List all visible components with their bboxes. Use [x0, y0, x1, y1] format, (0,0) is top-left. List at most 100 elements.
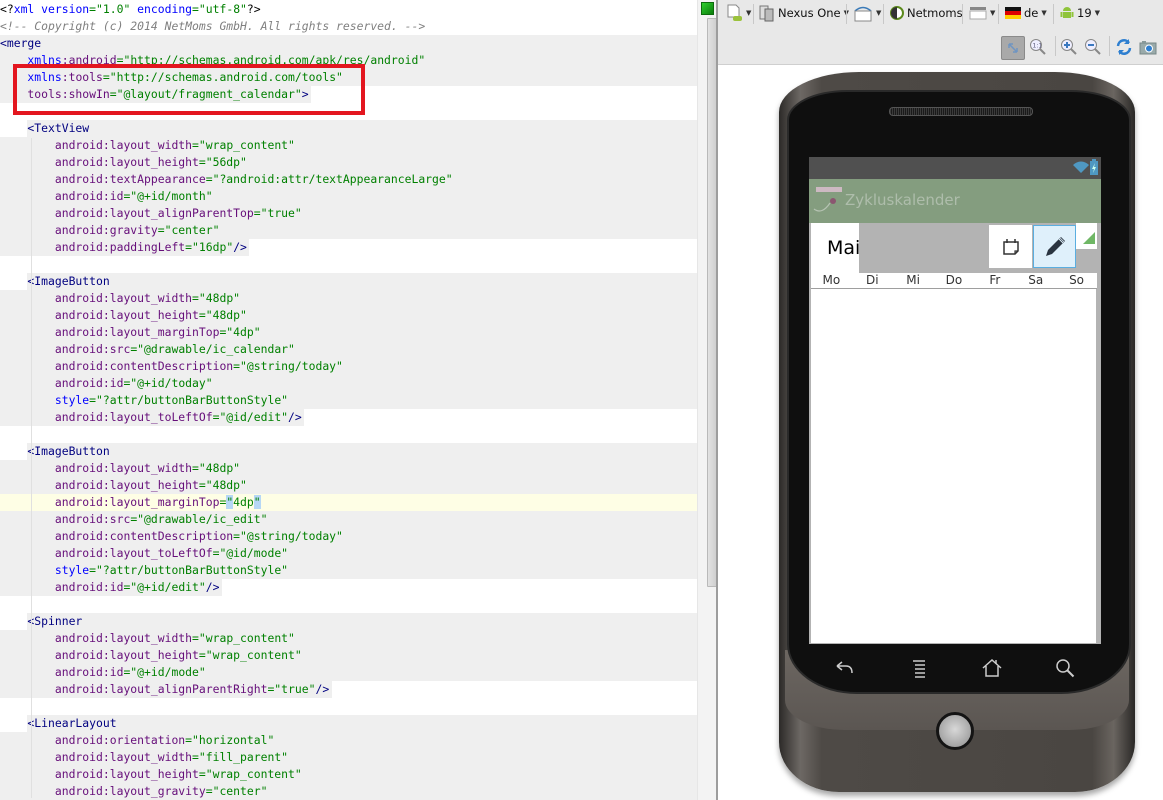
code-line[interactable]: android:layout_height="wrap_content": [0, 647, 697, 664]
code-line[interactable]: <?xml version="1.0" encoding="utf-8"?>: [0, 1, 697, 18]
code-token: android:layout_width: [0, 461, 193, 475]
file-status-indicator: [701, 2, 714, 15]
back-icon[interactable]: [833, 656, 857, 680]
code-line[interactable]: [0, 256, 697, 273]
code-text: android:layout_width="fill_parent": [0, 750, 288, 764]
code-line[interactable]: android:id="@+id/today": [0, 375, 697, 392]
code-line[interactable]: android:layout_toLeftOf="@id/mode": [0, 545, 697, 562]
api-level-dropdown[interactable]: 19 ▼: [1060, 3, 1100, 23]
screenshot-icon: [1139, 41, 1157, 55]
code-line[interactable]: android:src="@drawable/ic_edit": [0, 511, 697, 528]
locale-dropdown[interactable]: de ▼: [1005, 3, 1047, 23]
code-line[interactable]: android:layout_width="wrap_content": [0, 630, 697, 647]
code-line[interactable]: android:layout_height="48dp": [0, 477, 697, 494]
action-bar: Zykluskalender: [809, 179, 1101, 223]
code-line[interactable]: android:id="@+id/mode": [0, 664, 697, 681]
trackball-button[interactable]: [936, 712, 974, 750]
theme-dropdown[interactable]: Netmoms: [890, 3, 963, 23]
code-line[interactable]: android:orientation="horizontal": [0, 732, 697, 749]
code-line[interactable]: android:layout_alignParentTop="true": [0, 205, 697, 222]
code-line[interactable]: <Spinner: [0, 613, 697, 630]
code-token: ="true": [253, 206, 302, 220]
toolbar-divider: [883, 4, 884, 24]
device-label: Nexus One: [778, 6, 841, 20]
home-icon[interactable]: [980, 656, 1004, 680]
code-token: ="1.0": [89, 2, 131, 16]
code-line[interactable]: android:layout_width="wrap_content": [0, 137, 697, 154]
german-flag-icon: [1005, 7, 1021, 19]
weekday-label: Di: [865, 273, 879, 287]
code-line[interactable]: [0, 596, 697, 613]
code-line[interactable]: android:gravity="center": [0, 222, 697, 239]
today-button[interactable]: [989, 225, 1032, 268]
code-line[interactable]: style="?attr/buttonBarButtonStyle": [0, 562, 697, 579]
code-line[interactable]: android:layout_gravity="center": [0, 783, 697, 800]
code-token: ="48dp": [192, 291, 241, 305]
search-icon[interactable]: [1053, 656, 1077, 680]
code-text: <LinearLayout: [0, 716, 116, 730]
chevron-down-icon: ▼: [1041, 9, 1047, 17]
code-line[interactable]: android:layout_marginTop="4dp": [0, 324, 697, 341]
zoom-fit-button[interactable]: [1001, 36, 1025, 60]
code-token: ="4dp": [219, 325, 261, 339]
code-line[interactable]: android:contentDescription="@string/toda…: [0, 528, 697, 545]
code-line[interactable]: <ImageButton: [0, 443, 697, 460]
code-line[interactable]: android:layout_height="48dp": [0, 307, 697, 324]
code-line[interactable]: android:textAppearance="?android:attr/te…: [0, 171, 697, 188]
code-text: android:src="@drawable/ic_calendar": [0, 342, 295, 356]
code-text: android:contentDescription="@string/toda…: [0, 529, 343, 543]
code-line[interactable]: [0, 426, 697, 443]
code-line[interactable]: android:layout_width="48dp": [0, 290, 697, 307]
code-line[interactable]: <merge: [0, 35, 697, 52]
config-dropdown[interactable]: ▼: [725, 3, 751, 23]
code-line[interactable]: <ImageButton: [0, 273, 697, 290]
month-label: Mai: [827, 237, 861, 259]
code-line[interactable]: <!-- Copyright (c) 2014 NetMoms GmbH. Al…: [0, 18, 697, 35]
code-line[interactable]: android:paddingLeft="16dp"/>: [0, 239, 697, 256]
zoom-out-icon: [1085, 39, 1101, 55]
menu-icon[interactable]: [907, 656, 931, 680]
code-line[interactable]: android:contentDescription="@string/toda…: [0, 358, 697, 375]
code-token: ="horizontal": [185, 733, 275, 747]
code-token: 4dp: [233, 495, 254, 509]
code-line[interactable]: android:id="@+id/month": [0, 188, 697, 205]
zoom-out-button[interactable]: [1082, 36, 1104, 58]
code-line[interactable]: [0, 698, 697, 715]
code-line[interactable]: android:layout_width="48dp": [0, 460, 697, 477]
code-token: ="48dp": [198, 308, 247, 322]
orientation-dropdown[interactable]: ▼: [853, 3, 881, 23]
zoom-in-button[interactable]: [1058, 36, 1080, 58]
wifi-icon: [1073, 161, 1089, 173]
code-line[interactable]: android:layout_height="56dp": [0, 154, 697, 171]
screenshot-button[interactable]: [1137, 36, 1159, 58]
code-line[interactable]: android:id="@+id/edit"/>: [0, 579, 697, 596]
code-token: android:layout_alignParentTop: [0, 206, 254, 220]
code-text: android:layout_toLeftOf="@id/mode": [0, 546, 288, 560]
code-token: ="utf-8": [192, 2, 247, 16]
toolbar-divider: [753, 4, 754, 24]
code-line[interactable]: <TextView: [0, 120, 697, 137]
code-line[interactable]: android:layout_height="wrap_content": [0, 766, 697, 783]
code-token: ="@+id/mode": [123, 665, 206, 679]
zoom-actual-button[interactable]: 1:1: [1027, 36, 1049, 58]
mode-spinner[interactable]: [1076, 223, 1097, 249]
code-line[interactable]: style="?attr/buttonBarButtonStyle": [0, 392, 697, 409]
code-line[interactable]: android:layout_width="fill_parent": [0, 749, 697, 766]
device-dropdown[interactable]: Nexus One ▼: [759, 3, 849, 23]
edit-button[interactable]: [1033, 225, 1076, 268]
chevron-down-icon: ▼: [746, 9, 752, 17]
code-text: android:layout_height="56dp": [0, 155, 247, 169]
code-line[interactable]: android:layout_toLeftOf="@id/edit"/>: [0, 409, 697, 426]
layout-icon: [969, 7, 987, 20]
code-line[interactable]: android:layout_alignParentRight="true"/>: [0, 681, 697, 698]
code-line[interactable]: <LinearLayout: [0, 715, 697, 732]
code-text: <!-- Copyright (c) 2014 NetMoms GmbH. Al…: [0, 19, 425, 33]
app-logo-icon: [813, 187, 842, 212]
code-text: android:layout_gravity="center": [0, 784, 268, 798]
code-line[interactable]: android:layout_marginTop="4dp": [0, 494, 697, 511]
xml-code-editor[interactable]: <?xml version="1.0" encoding="utf-8"?> <!…: [0, 0, 697, 800]
refresh-button[interactable]: [1113, 36, 1135, 58]
activity-dropdown[interactable]: ▼: [969, 3, 995, 23]
code-line[interactable]: android:src="@drawable/ic_calendar": [0, 341, 697, 358]
speaker-grille: [889, 107, 1033, 116]
